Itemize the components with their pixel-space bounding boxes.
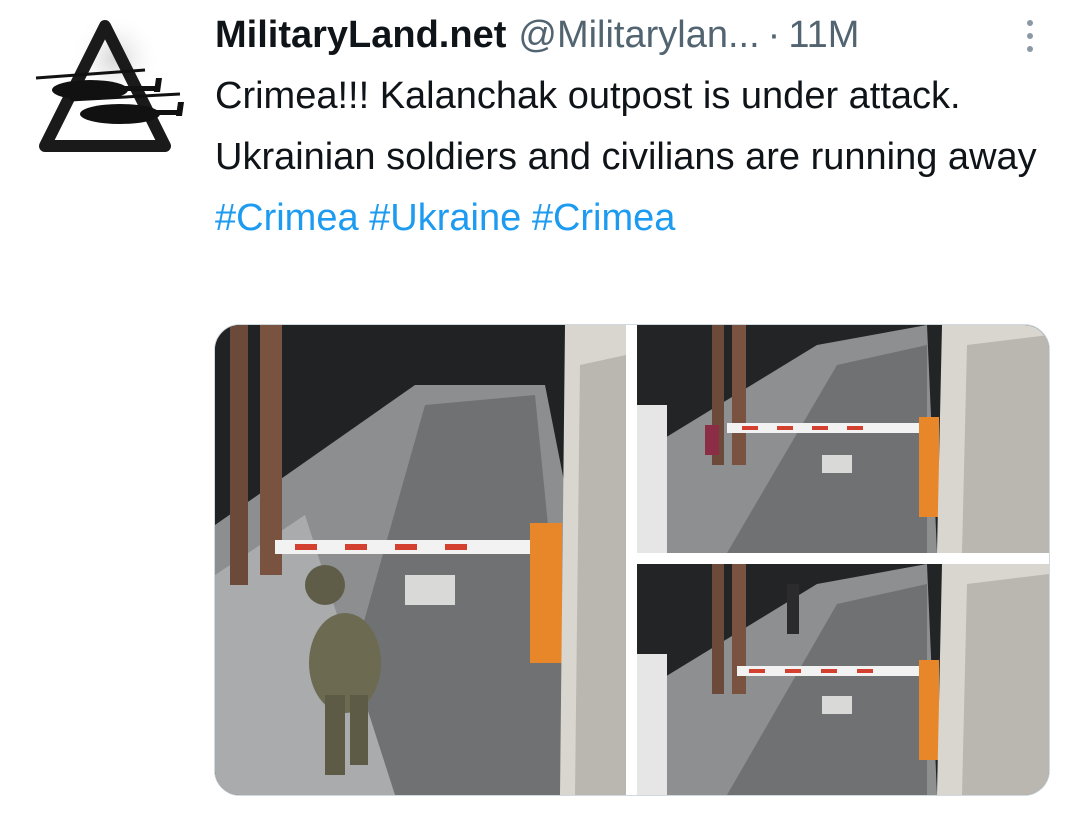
hashtag-link[interactable]: #Ukraine — [369, 197, 521, 239]
media-grid — [214, 324, 1050, 796]
tweet-header: MilitaryLand.net @Militarylan... · 11M — [215, 12, 1045, 58]
user-handle[interactable]: @Militarylan... — [518, 14, 759, 57]
photo-3[interactable] — [637, 564, 1049, 795]
hashtag-link[interactable]: #Crimea — [215, 197, 359, 239]
photo-2[interactable] — [637, 325, 1049, 553]
triangle-helicopter-logo — [35, 13, 184, 152]
separator-dot: · — [767, 13, 781, 56]
timestamp[interactable]: 11M — [788, 14, 859, 57]
photo-1[interactable] — [215, 325, 626, 795]
display-name[interactable]: MilitaryLand.net — [215, 14, 506, 57]
more-options-icon[interactable] — [1015, 16, 1045, 56]
tweet-text: Crimea!!! Kalanchak outpost is under att… — [215, 66, 1045, 249]
hashtag-link[interactable]: #Crimea — [532, 197, 676, 239]
avatar[interactable] — [30, 13, 190, 158]
tweet-body-text: Crimea!!! Kalanchak outpost is under att… — [215, 75, 1037, 178]
